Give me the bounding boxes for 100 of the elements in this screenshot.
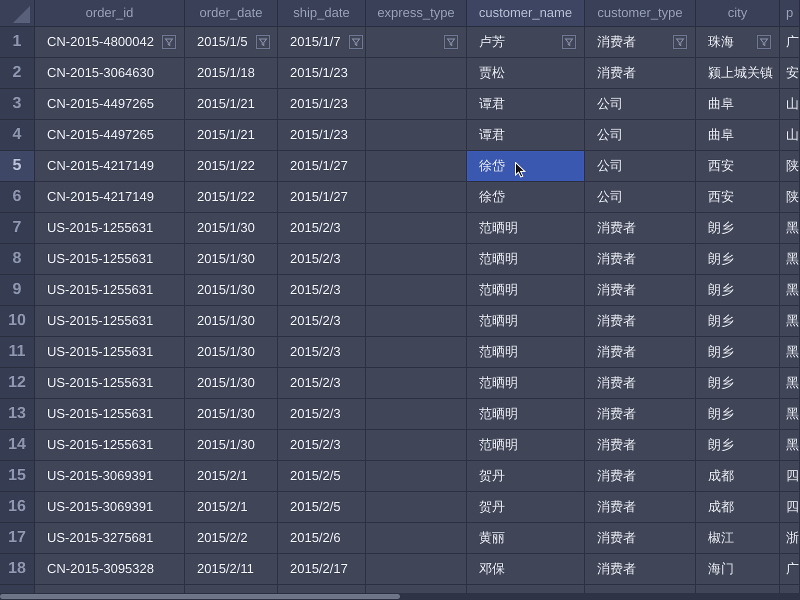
column-header[interactable]: order_date xyxy=(185,0,278,27)
table-cell: 2015/1/23 xyxy=(278,89,366,120)
table-cell: 陕 xyxy=(780,151,800,182)
filter-icon[interactable] xyxy=(673,35,687,49)
table-cell: 2015/2/3 xyxy=(278,337,366,368)
table-cell: 2015/2/6 xyxy=(278,523,366,554)
table-cell: 范晒明 xyxy=(467,430,585,461)
table-cell: 2015/1/30 xyxy=(185,244,278,275)
table-cell: 成都 xyxy=(696,461,780,492)
filter-icon[interactable] xyxy=(444,35,458,49)
table-cell: 2015/2/17 xyxy=(278,554,366,585)
row-number[interactable]: 15 xyxy=(0,461,35,492)
table-cell: 范晒明 xyxy=(467,213,585,244)
table-cell: 广 xyxy=(780,554,800,585)
table-cell: 2015/1/30 xyxy=(185,306,278,337)
table-cell: 2015/1/23 xyxy=(278,120,366,151)
table-cell: CN-2015-4497265 xyxy=(35,120,185,151)
table-cell: 邓保 xyxy=(467,554,585,585)
column-header[interactable]: customer_name xyxy=(467,0,585,27)
filter-icon[interactable] xyxy=(562,35,576,49)
table-cell: 范晒明 xyxy=(467,306,585,337)
table-cell: 安 xyxy=(780,58,800,89)
table-cell: 四 xyxy=(780,461,800,492)
table-cell: 消费者 xyxy=(585,337,696,368)
row-number[interactable]: 10 xyxy=(0,306,35,337)
row-number[interactable]: 8 xyxy=(0,244,35,275)
table-cell: 徐岱 xyxy=(467,151,585,182)
row-number[interactable]: 3 xyxy=(0,89,35,120)
row-number[interactable]: 6 xyxy=(0,182,35,213)
column-header[interactable]: express_type xyxy=(366,0,467,27)
cell-text: 2015/1/7 xyxy=(290,33,341,52)
column-header[interactable]: ship_date xyxy=(278,0,366,27)
filter-icon[interactable] xyxy=(256,35,270,49)
table-cell: 2015/1/21 xyxy=(185,89,278,120)
table-cell: 朗乡 xyxy=(696,275,780,306)
table-cell: US-2015-1255631 xyxy=(35,306,185,337)
table-cell: 朗乡 xyxy=(696,368,780,399)
row-number[interactable]: 9 xyxy=(0,275,35,306)
table-cell: 范晒明 xyxy=(467,399,585,430)
table-cell: CN-2015-4217149 xyxy=(35,182,185,213)
table-cell: 2015/2/5 xyxy=(278,492,366,523)
table-cell: US-2015-1255631 xyxy=(35,337,185,368)
table-cell: 2015/2/3 xyxy=(278,430,366,461)
table-cell: 黑 xyxy=(780,430,800,461)
table-cell: 2015/2/5 xyxy=(278,461,366,492)
table-cell: 消费者 xyxy=(585,306,696,337)
corner-cell[interactable] xyxy=(0,0,35,27)
table-cell: 消费者 xyxy=(585,492,696,523)
row-number[interactable]: 13 xyxy=(0,399,35,430)
table-cell: 西安 xyxy=(696,182,780,213)
table-cell: 2015/2/1 xyxy=(185,461,278,492)
column-header[interactable]: order_id xyxy=(35,0,185,27)
row-number[interactable]: 4 xyxy=(0,120,35,151)
table-cell: 消费者 xyxy=(585,430,696,461)
filter-icon[interactable] xyxy=(757,35,771,49)
table-cell: US-2015-1255631 xyxy=(35,213,185,244)
table-cell: 黑 xyxy=(780,368,800,399)
row-number[interactable]: 18 xyxy=(0,554,35,585)
table-cell: 2015/1/30 xyxy=(185,275,278,306)
table-cell: 黑 xyxy=(780,275,800,306)
table-cell: 2015/1/30 xyxy=(185,399,278,430)
row-number[interactable]: 5 xyxy=(0,151,35,182)
horizontal-scrollbar[interactable] xyxy=(0,594,400,599)
filter-icon[interactable] xyxy=(162,35,176,49)
table-cell: 公司 xyxy=(585,120,696,151)
table-cell: 贺丹 xyxy=(467,492,585,523)
column-header[interactable]: city xyxy=(696,0,780,27)
row-number[interactable]: 1 xyxy=(0,27,35,58)
table-cell: 消费者 xyxy=(585,275,696,306)
table-cell: 山 xyxy=(780,120,800,151)
table-cell: 谭君 xyxy=(467,89,585,120)
column-header[interactable]: customer_type xyxy=(585,0,696,27)
cell-text: 消费者 xyxy=(597,33,636,52)
row-number[interactable]: 16 xyxy=(0,492,35,523)
table-cell: 2015/2/1 xyxy=(185,492,278,523)
row-number[interactable]: 17 xyxy=(0,523,35,554)
table-cell: 2015/1/23 xyxy=(278,58,366,89)
row-number[interactable]: 7 xyxy=(0,213,35,244)
table-cell: 成都 xyxy=(696,492,780,523)
row-number[interactable]: 12 xyxy=(0,368,35,399)
row-number[interactable]: 11 xyxy=(0,337,35,368)
table-cell: 贺丹 xyxy=(467,461,585,492)
table-cell: 黑 xyxy=(780,213,800,244)
table-cell: 浙 xyxy=(780,523,800,554)
filter-icon[interactable] xyxy=(348,35,363,49)
table-cell: US-2015-1255631 xyxy=(35,399,185,430)
table-cell: 曲阜 xyxy=(696,120,780,151)
column-header[interactable]: p xyxy=(780,0,800,27)
table-cell: 公司 xyxy=(585,182,696,213)
row-number[interactable]: 14 xyxy=(0,430,35,461)
table-cell: 2015/1/18 xyxy=(185,58,278,89)
table-cell: US-2015-1255631 xyxy=(35,244,185,275)
table-cell: 2015/1/30 xyxy=(185,213,278,244)
table-cell: US-2015-3069391 xyxy=(35,492,185,523)
table-cell: 黑 xyxy=(780,306,800,337)
table-cell: 消费者 xyxy=(585,523,696,554)
row-number[interactable]: 2 xyxy=(0,58,35,89)
table-cell: 消费者 xyxy=(585,554,696,585)
table-cell: 朗乡 xyxy=(696,213,780,244)
table-cell: 2015/1/30 xyxy=(185,430,278,461)
